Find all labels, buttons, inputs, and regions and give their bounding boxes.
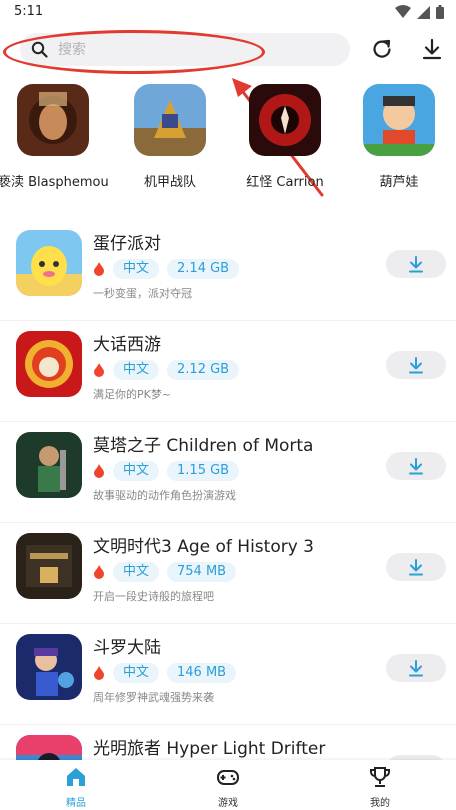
game-title: 文明时代3 Age of History 3 [93, 537, 314, 557]
size-tag: 146 MB [167, 663, 237, 683]
gamepad-icon [217, 770, 239, 785]
tab-games[interactable]: 游戏 [188, 766, 268, 809]
download-icon [409, 659, 423, 676]
game-title: 斗罗大陆 [93, 638, 161, 658]
download-icon [422, 38, 442, 60]
featured-item[interactable]: 亵渎 Blasphemous [0, 84, 108, 190]
language-tag: 中文 [113, 360, 160, 380]
fire-icon [94, 565, 104, 579]
game-meta: 中文 2.12 GB [93, 360, 240, 380]
refresh-icon [373, 39, 391, 58]
game-icon [16, 634, 82, 700]
game-description: 一秒变蛋，派对夺冠 [93, 287, 192, 300]
fire-icon [94, 363, 104, 377]
featured-games: 亵渎 Blasphemous 机甲战队 红怪 Carrion 葫芦娃 [0, 84, 456, 196]
game-description: 周年修罗神武魂强势来袭 [93, 691, 214, 704]
list-item[interactable]: 莫塔之子 Children of Morta 中文 1.15 GB 故事驱动的动… [0, 422, 456, 523]
tab-label: 精品 [66, 798, 86, 809]
size-tag: 1.15 GB [167, 461, 240, 481]
search-input[interactable] [58, 38, 338, 62]
game-title: 蛋仔派对 [93, 234, 161, 254]
featured-label: 机甲战队 [143, 175, 196, 190]
featured-item[interactable]: 机甲战队 [115, 84, 225, 190]
wifi-icon [395, 5, 411, 18]
tab-profile[interactable]: 我的 [340, 766, 420, 809]
list-item[interactable]: 蛋仔派对 中文 2.14 GB 一秒变蛋，派对夺冠 [0, 220, 456, 321]
download-icon [409, 255, 423, 272]
language-tag: 中文 [113, 663, 160, 683]
language-tag: 中文 [113, 562, 160, 582]
fire-icon [94, 262, 104, 276]
download-icon [409, 356, 423, 373]
language-tag: 中文 [113, 259, 160, 279]
game-description: 满足你的PK梦~ [93, 388, 172, 401]
size-tag: 2.14 GB [167, 259, 240, 279]
download-button[interactable] [386, 654, 446, 682]
featured-label: 红怪 Carrion [246, 175, 324, 190]
featured-label: 葫芦娃 [379, 175, 419, 190]
list-item[interactable]: 斗罗大陆 中文 146 MB 周年修罗神武魂强势来袭 [0, 624, 456, 725]
tab-featured[interactable]: 精品 [36, 766, 116, 809]
game-title: 大话西游 [93, 335, 161, 355]
game-title: 光明旅者 Hyper Light Drifter [93, 739, 326, 759]
size-tag: 2.12 GB [167, 360, 240, 380]
bottom-navigation: 精品 游戏 我的 [0, 760, 456, 810]
refresh-button[interactable] [369, 36, 395, 62]
game-icon [249, 84, 321, 156]
download-button[interactable] [386, 452, 446, 480]
game-meta: 中文 754 MB [93, 562, 237, 582]
game-description: 开启一段史诗般的旅程吧 [93, 590, 214, 603]
search-icon [31, 41, 48, 58]
top-bar [0, 30, 456, 74]
download-icon [409, 558, 423, 575]
signal-icon [417, 5, 430, 19]
language-tag: 中文 [113, 461, 160, 481]
featured-item[interactable]: 红怪 Carrion [230, 84, 340, 190]
downloads-button[interactable] [419, 36, 445, 62]
game-icon [16, 331, 82, 397]
game-icon [16, 533, 82, 599]
game-meta: 中文 2.14 GB [93, 259, 240, 279]
game-icon [16, 230, 82, 296]
status-icons [395, 5, 444, 19]
tab-label: 游戏 [218, 798, 238, 809]
game-meta: 中文 146 MB [93, 663, 237, 683]
featured-label: 亵渎 Blasphemous [0, 175, 108, 190]
game-icon [17, 84, 89, 156]
tab-label: 我的 [370, 798, 390, 809]
fire-icon [94, 666, 104, 680]
game-icon [134, 84, 206, 156]
download-button[interactable] [386, 351, 446, 379]
list-item[interactable]: 大话西游 中文 2.12 GB 满足你的PK梦~ [0, 321, 456, 422]
trophy-icon [370, 767, 390, 787]
home-icon [67, 768, 85, 786]
search-bar[interactable] [20, 33, 350, 66]
battery-icon [436, 5, 444, 19]
featured-item[interactable]: 葫芦娃 [344, 84, 454, 190]
status-time: 5:11 [14, 4, 44, 19]
size-tag: 754 MB [167, 562, 237, 582]
game-meta: 中文 1.15 GB [93, 461, 240, 481]
download-icon [409, 457, 423, 474]
game-icon [363, 84, 435, 156]
status-bar: 5:11 [0, 0, 456, 26]
game-title: 莫塔之子 Children of Morta [93, 436, 314, 456]
download-button[interactable] [386, 250, 446, 278]
game-icon [16, 432, 82, 498]
fire-icon [94, 464, 104, 478]
download-button[interactable] [386, 553, 446, 581]
list-item[interactable]: 文明时代3 Age of History 3 中文 754 MB 开启一段史诗般… [0, 523, 456, 624]
game-description: 故事驱动的动作角色扮演游戏 [93, 489, 236, 502]
